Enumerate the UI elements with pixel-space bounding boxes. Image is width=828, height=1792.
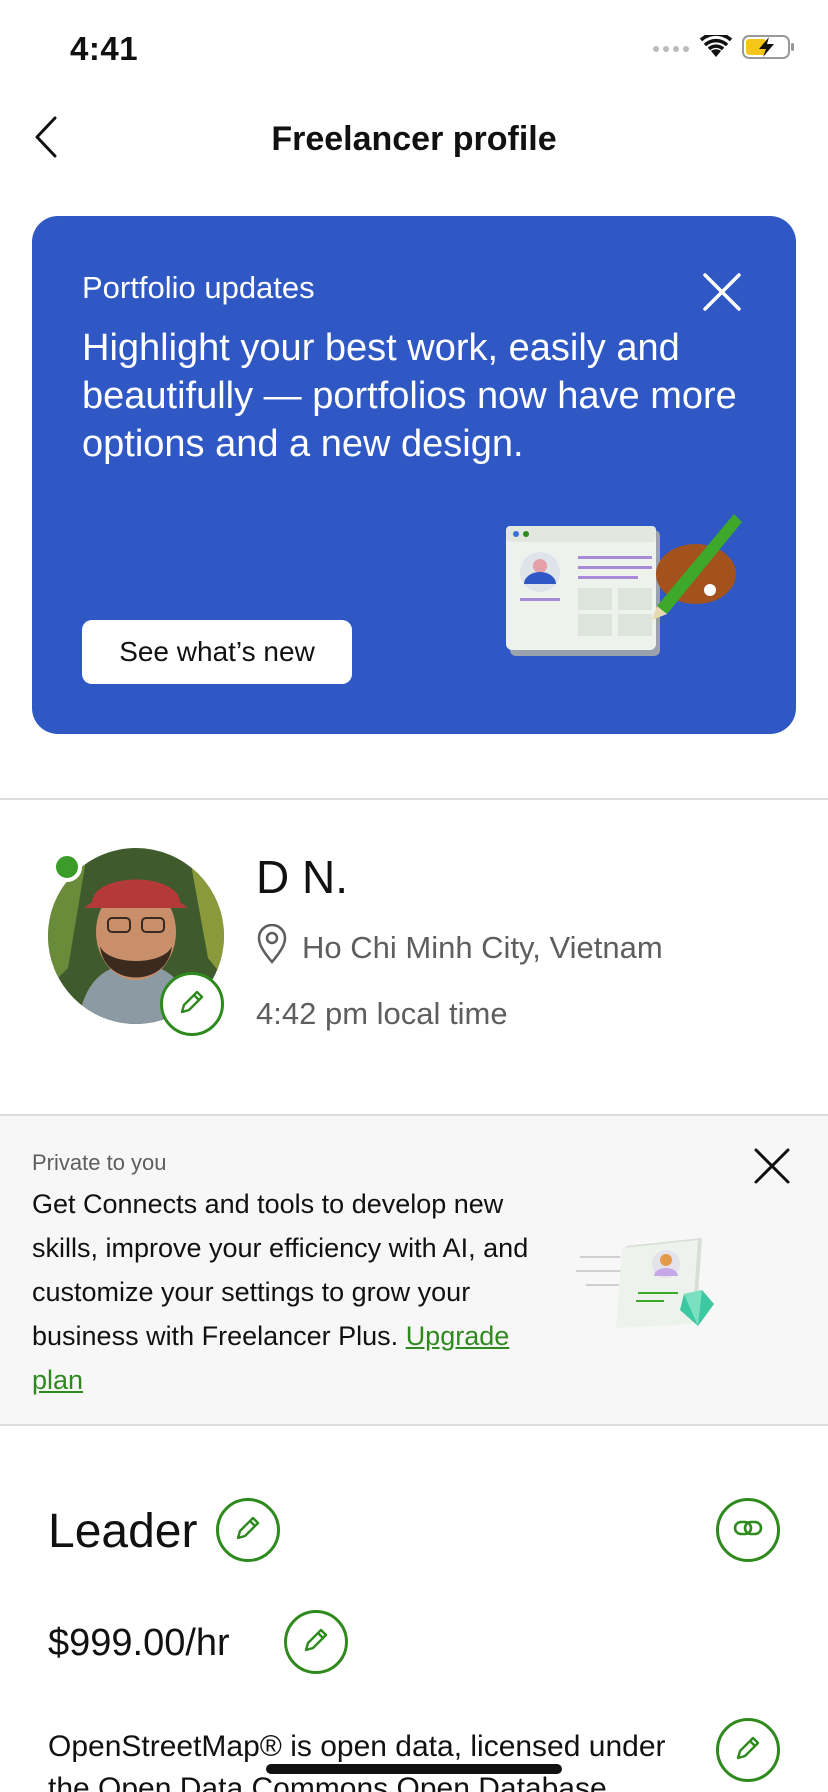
home-indicator	[266, 1764, 562, 1774]
portfolio-illustration	[502, 506, 752, 656]
pencil-icon	[234, 1514, 262, 1547]
profile-location: Ho Chi Minh City, Vietnam	[256, 923, 663, 972]
location-pin-icon	[256, 923, 288, 972]
page-title: Freelancer profile	[271, 120, 557, 158]
pencil-icon	[734, 1734, 762, 1767]
portfolio-promo-card: Portfolio updates Highlight your best wo…	[32, 216, 796, 734]
upsell-illustration	[576, 1234, 726, 1364]
profile-overview: OpenStreetMap® is open data, licensed un…	[48, 1730, 666, 1792]
edit-photo-button[interactable]	[160, 972, 224, 1036]
battery-charging-icon	[742, 34, 796, 65]
share-link-button[interactable]	[716, 1498, 780, 1562]
close-icon	[702, 273, 742, 316]
pencil-icon	[178, 988, 206, 1021]
edit-rate-button[interactable]	[284, 1610, 348, 1674]
nav-bar: Freelancer profile	[0, 100, 828, 184]
edit-headline-button[interactable]	[216, 1498, 280, 1562]
edit-overview-button[interactable]	[716, 1718, 780, 1782]
status-time: 4:41	[70, 30, 139, 67]
status-icons	[652, 32, 796, 65]
promo-eyebrow: Portfolio updates	[82, 270, 315, 305]
pencil-icon	[302, 1626, 330, 1659]
profile-header: D N. Ho Chi Minh City, Vietnam 4:42 pm l…	[0, 800, 828, 1114]
upsell-eyebrow: Private to you	[32, 1150, 167, 1175]
online-status-dot	[52, 852, 82, 882]
local-time: 4:42 pm local time	[256, 996, 508, 1031]
title-rate-section: Leader $999.00/hr OpenStreetMap® is open…	[0, 1426, 828, 1792]
hourly-rate: $999.00/hr	[48, 1622, 230, 1664]
avatar-container	[48, 848, 224, 1036]
status-bar: 4:41	[0, 0, 828, 100]
freelancer-plus-upsell: Private to you Get Connects and tools to…	[0, 1116, 828, 1424]
signal-icon	[652, 41, 690, 59]
wifi-icon	[699, 32, 733, 64]
link-icon	[733, 1518, 763, 1543]
upsell-close-button[interactable]	[752, 1146, 792, 1186]
profile-headline: Leader	[48, 1505, 198, 1558]
close-icon	[752, 1148, 792, 1190]
promo-headline: Highlight your best work, easily and bea…	[82, 327, 737, 465]
promo-close-button[interactable]	[702, 272, 742, 312]
see-whats-new-button[interactable]: See what’s new	[82, 620, 352, 684]
profile-name: D N.	[256, 851, 348, 903]
location-text: Ho Chi Minh City, Vietnam	[302, 930, 663, 965]
upsell-text: Get Connects and tools to develop new sk…	[32, 1182, 562, 1402]
